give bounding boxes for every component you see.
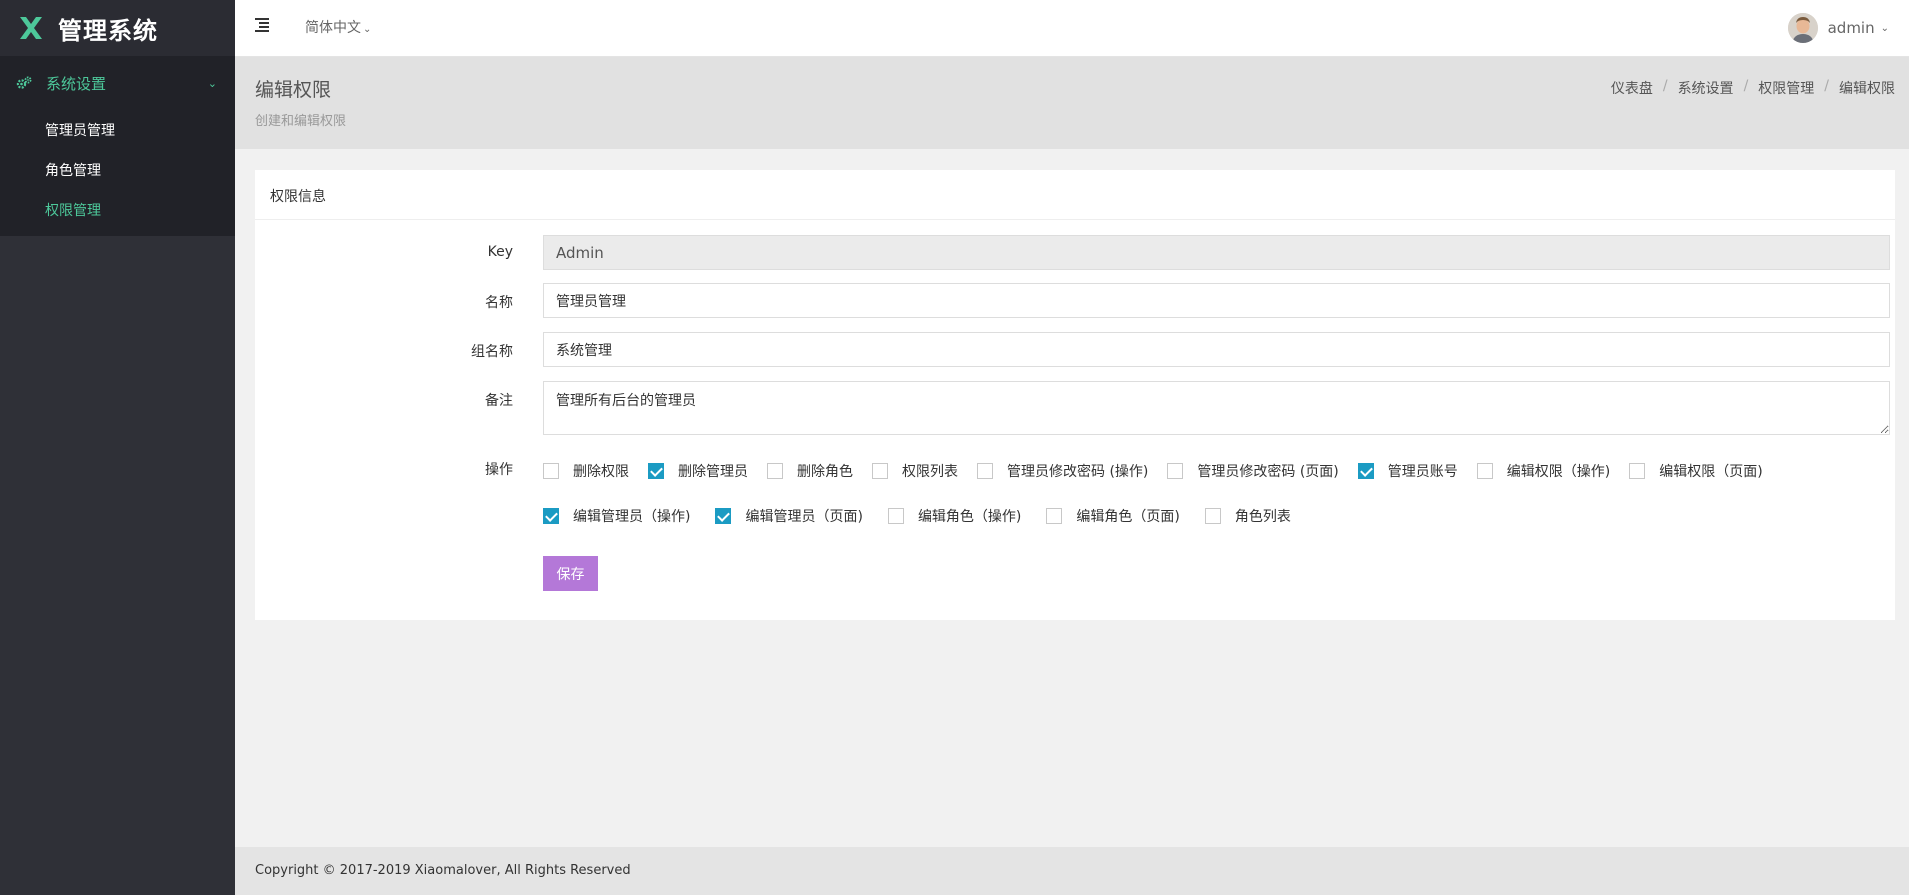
operation-label: 编辑权限（操作) (1506, 463, 1611, 480)
menu-group-system: 系统设置 ⌄ 管理员管理 角色管理 权限管理 (0, 56, 235, 236)
avatar (1787, 13, 1818, 43)
group-label: 组名称 (471, 344, 513, 360)
operations-label: 操作 (485, 462, 513, 478)
footer: Copyright © 2017-2019 Xiaomalover, All R… (235, 847, 1909, 895)
permission-card: 权限信息 Key 名称 组名称 备注 管理所有后台的管理员 操作 删除权限 删除管… (255, 170, 1895, 620)
user-menu[interactable]: admin ⌄ (1787, 13, 1889, 43)
operation-option[interactable]: 编辑权限（页面) (1629, 461, 1763, 481)
operation-checkbox[interactable] (715, 507, 732, 524)
operation-option[interactable]: 编辑权限（操作) (1476, 461, 1611, 481)
operation-option[interactable]: 编辑角色（页面) (1046, 506, 1180, 526)
operation-label: 编辑管理员（操作) (573, 508, 691, 525)
operation-option[interactable]: 编辑角色（操作) (887, 506, 1022, 526)
operation-checkbox[interactable] (1357, 462, 1374, 479)
gears-icon (16, 76, 32, 90)
breadcrumb-current: 编辑权限 (1839, 81, 1895, 97)
operation-option[interactable]: 管理员修改密码 (页面) (1167, 461, 1339, 481)
operation-label: 管理员修改密码 (页面) (1197, 463, 1339, 480)
breadcrumb-permission-management[interactable]: 权限管理 (1758, 78, 1814, 98)
page-title: 编辑权限 (255, 79, 332, 101)
language-selector[interactable]: 简体中文 ⌄ (305, 17, 371, 37)
operation-label: 管理员修改密码 (操作) (1007, 463, 1149, 480)
save-button[interactable]: 保存 (543, 556, 598, 591)
operation-option[interactable]: 删除管理员 (648, 461, 748, 481)
language-label: 简体中文 (305, 20, 361, 36)
operation-option[interactable]: 删除角色 (767, 461, 853, 481)
operation-checkbox[interactable] (543, 462, 559, 479)
user-name: admin (1827, 19, 1875, 37)
operation-label: 删除权限 (573, 463, 629, 480)
name-field[interactable] (543, 283, 1890, 318)
key-field[interactable] (543, 235, 1890, 270)
sidebar: 管理系统 系统设置 ⌄ 管理员管理 角色管理 权限管理 (0, 0, 235, 895)
operation-checkbox[interactable] (872, 462, 888, 479)
page-subtitle: 创建和编辑权限 (255, 114, 347, 129)
sidebar-item-roles[interactable]: 角色管理 (0, 150, 235, 190)
operation-checkbox[interactable] (1046, 507, 1063, 524)
operation-checkbox[interactable] (648, 462, 664, 479)
operation-label: 编辑权限（页面) (1659, 463, 1763, 480)
operation-option[interactable]: 编辑管理员（操作) (543, 506, 690, 526)
operation-label: 删除角色 (797, 463, 853, 480)
brand[interactable]: 管理系统 (0, 0, 235, 56)
chevron-down-icon: ⌄ (363, 24, 372, 35)
operation-checkbox[interactable] (977, 462, 993, 479)
operation-label: 管理员账号 (1387, 463, 1458, 480)
card-title: 权限信息 (255, 170, 1895, 220)
page-header: 编辑权限 创建和编辑权限 仪表盘 / 系统设置 / 权限管理 / 编辑权限 (235, 57, 1909, 149)
operation-label: 编辑角色（操作) (917, 508, 1022, 525)
menu-toggle-icon[interactable] (255, 18, 271, 32)
operations-row: 编辑管理员（操作) 编辑管理员（页面) 编辑角色（操作) 编辑角色（页面) 角色列表 (543, 493, 1890, 538)
breadcrumb: 仪表盘 / 系统设置 / 权限管理 / 编辑权限 (1611, 78, 1895, 98)
name-label: 名称 (485, 295, 513, 311)
remark-field[interactable]: 管理所有后台的管理员 (543, 381, 1890, 435)
operation-option[interactable]: 删除权限 (543, 461, 629, 481)
chevron-down-icon: ⌄ (207, 76, 217, 90)
breadcrumb-separator: / (1662, 78, 1668, 94)
operation-label: 编辑角色（页面) (1076, 508, 1180, 525)
chevron-down-icon: ⌄ (1880, 22, 1889, 34)
breadcrumb-separator: / (1743, 78, 1749, 94)
topbar: 简体中文 ⌄ admin ⌄ (235, 0, 1909, 57)
operations-list: 删除权限 删除管理员 删除角色 权限列表 管理员修改密码 (操作) 管理员修改密码 (页面… (543, 448, 1890, 538)
remark-label: 备注 (485, 393, 513, 409)
operation-option[interactable]: 权限列表 (872, 461, 958, 481)
breadcrumb-dashboard[interactable]: 仪表盘 (1611, 78, 1653, 98)
operation-option[interactable]: 管理员修改密码 (操作) (977, 461, 1148, 481)
operation-checkbox[interactable] (1204, 507, 1221, 524)
operations-row: 删除权限 删除管理员 删除角色 权限列表 管理员修改密码 (操作) 管理员修改密码 (页面… (543, 448, 1890, 493)
operation-checkbox[interactable] (1167, 462, 1184, 479)
operation-checkbox[interactable] (1476, 462, 1493, 479)
breadcrumb-separator: / (1824, 78, 1829, 94)
sidebar-item-permissions[interactable]: 权限管理 (0, 190, 235, 230)
operation-option[interactable]: 管理员账号 (1357, 461, 1458, 481)
brand-title: 管理系统 (58, 16, 158, 45)
operation-label: 角色列表 (1234, 508, 1291, 525)
operation-label: 编辑管理员（页面) (745, 508, 863, 525)
key-label: Key (487, 244, 513, 260)
operation-label: 权限列表 (902, 463, 958, 480)
operation-option[interactable]: 角色列表 (1204, 506, 1291, 526)
operation-checkbox[interactable] (767, 462, 783, 479)
sidebar-item-admins[interactable]: 管理员管理 (0, 110, 235, 150)
operation-checkbox[interactable] (887, 507, 904, 524)
menu-head-system-settings[interactable]: 系统设置 ⌄ (0, 56, 235, 110)
operation-checkbox[interactable] (543, 507, 559, 524)
menu-head-label: 系统设置 (46, 74, 107, 93)
x-logo-icon (18, 15, 44, 41)
breadcrumb-system-settings[interactable]: 系统设置 (1678, 78, 1734, 98)
operation-checkbox[interactable] (1629, 462, 1646, 479)
operation-label: 删除管理员 (678, 463, 748, 480)
group-name-field[interactable] (543, 332, 1890, 367)
operation-option[interactable]: 编辑管理员（页面) (715, 506, 863, 526)
